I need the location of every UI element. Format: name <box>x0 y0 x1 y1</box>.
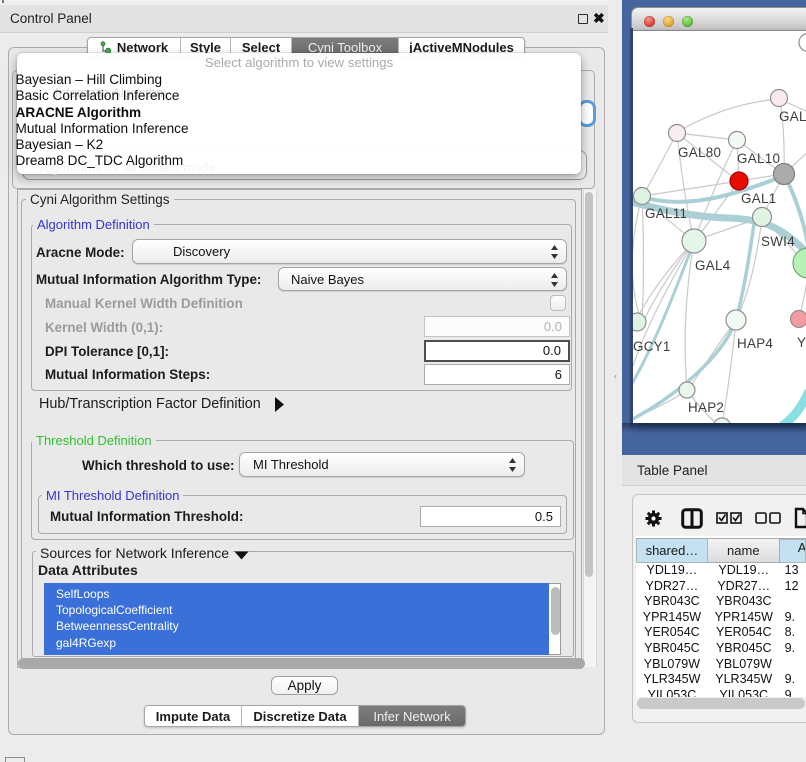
svg-text:Y: Y <box>797 335 806 350</box>
svg-text:GAL11: GAL11 <box>645 206 687 221</box>
svg-text:GAL7: GAL7 <box>779 109 806 124</box>
svg-text:GAL4: GAL4 <box>695 258 731 273</box>
svg-text:HAP2: HAP2 <box>688 400 724 415</box>
svg-text:HAP4: HAP4 <box>737 336 773 351</box>
svg-text:GAL80: GAL80 <box>678 145 721 160</box>
svg-text:SWI4: SWI4 <box>761 234 795 249</box>
svg-text:GCY1: GCY1 <box>633 339 671 354</box>
svg-text:GAL1: GAL1 <box>741 191 776 206</box>
svg-text:GAL10: GAL10 <box>737 151 780 166</box>
